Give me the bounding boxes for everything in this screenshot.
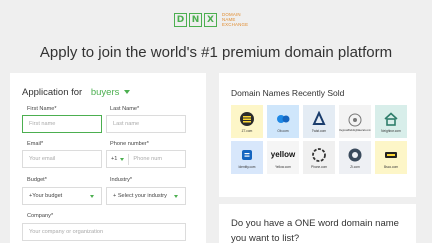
country-code-value: +1	[111, 156, 118, 162]
sold-tile-z7[interactable]: Z7.com	[231, 105, 263, 138]
tile-domain-name: Twist.com	[311, 128, 327, 133]
phone-placeholder: Phone num	[133, 156, 163, 162]
budget-value: +Your budget	[29, 193, 63, 199]
identity-logo-icon	[239, 147, 255, 163]
budget-select[interactable]: +Your budget	[22, 187, 102, 205]
sold-tile-zi[interactable]: Zi.com	[339, 141, 371, 174]
phone-field[interactable]: +1 Phone num	[106, 150, 186, 168]
chevron-down-icon	[174, 195, 178, 198]
twist-logo-icon	[311, 110, 327, 127]
first-name-field[interactable]: First name	[22, 115, 102, 133]
yellow-wordmark: yellow	[270, 150, 296, 159]
logo-letters: D N X	[174, 12, 219, 27]
list-domain-question: Do you have a ONE word domain name you w…	[231, 218, 399, 243]
recently-sold-title: Domain Names Recently Sold	[231, 88, 345, 98]
logo-letter-n: N	[189, 12, 202, 27]
chevron-down-icon	[90, 195, 94, 198]
role-value: buyers	[90, 87, 120, 98]
tagline-line: EXCHANGE	[222, 22, 249, 27]
zi-logo-icon	[347, 147, 363, 163]
sold-tile-bsco[interactable]: Bsco.com	[375, 141, 407, 174]
tile-domain-name: Zi.com	[350, 164, 360, 169]
sold-tile-yellow[interactable]: yellow Yellow.com	[267, 141, 299, 174]
last-name-label: Last Name*	[110, 106, 140, 112]
tile-domain-name: RegionalBuildingMaterials.com	[339, 129, 371, 132]
bsco-logo-icon	[383, 147, 399, 163]
country-code-select[interactable]: +1	[111, 156, 125, 162]
ob-logo-icon	[275, 111, 291, 127]
sold-tile-twist[interactable]: Twist.com	[303, 105, 335, 138]
phone-divider	[128, 153, 130, 165]
page-headline: Apply to join the world's #1 premium dom…	[39, 44, 393, 61]
sold-tile-identity[interactable]: Identity.com	[231, 141, 263, 174]
tile-domain-name: Z7.com	[241, 128, 253, 133]
industry-select[interactable]: + Select your industry	[106, 187, 186, 205]
company-field[interactable]: Your company or organization	[22, 223, 186, 241]
tile-domain-name: Identity.com	[238, 164, 256, 169]
chevron-down-icon	[120, 157, 125, 161]
company-placeholder: Your company or organization	[29, 229, 104, 235]
email-label: Email*	[27, 141, 44, 147]
regional-logo-icon	[347, 112, 363, 128]
sold-tile-regional[interactable]: RegionalBuildingMaterials.com	[339, 105, 371, 138]
application-title: Application for buyers	[22, 87, 131, 98]
logo-letter-x: X	[204, 12, 217, 27]
tile-domain-name: Phone.com	[310, 164, 328, 169]
list-domain-card: Do you have a ONE word domain name you w…	[219, 204, 416, 243]
industry-label: Industry*	[110, 177, 133, 183]
yellow-wordmark-icon: yellow	[269, 147, 297, 163]
phone-label: Phone number*	[110, 141, 149, 147]
logo-tagline: DOMAIN NAME EXCHANGE	[222, 12, 248, 27]
z7-logo-icon	[239, 111, 255, 127]
email-field[interactable]: Your email	[22, 150, 102, 168]
first-name-label: First Name*	[27, 106, 57, 112]
role-dropdown[interactable]: buyers	[91, 87, 131, 98]
tile-domain-name: Ob.com	[277, 128, 289, 133]
budget-label: Budget*	[27, 177, 47, 183]
logo-letter-d: D	[174, 12, 187, 27]
sold-tile-ob[interactable]: Ob.com	[267, 105, 299, 138]
application-form-card: Application for buyers First Name* First…	[10, 73, 206, 243]
neighbor-house-icon	[383, 111, 399, 127]
last-name-placeholder: Last name	[113, 121, 140, 127]
email-placeholder: Your email	[29, 156, 56, 162]
industry-value: + Select your industry	[113, 193, 167, 199]
last-name-field[interactable]: Last name	[106, 115, 186, 133]
application-title-text: Application for	[22, 87, 83, 98]
phone-logo-icon	[311, 147, 327, 163]
tile-domain-name: Neighbor.com	[381, 128, 401, 133]
tile-domain-name: Yellow.com	[275, 164, 291, 169]
tile-domain-name: Bsco.com	[384, 164, 398, 169]
dnx-logo[interactable]: D N X DOMAIN NAME EXCHANGE	[174, 12, 248, 27]
recently-sold-card: Domain Names Recently Sold Z7.com Ob.com…	[219, 73, 416, 197]
sold-tile-phone[interactable]: Phone.com	[303, 141, 335, 174]
sold-tile-neighbor[interactable]: Neighbor.com	[375, 105, 407, 138]
first-name-placeholder: First name	[29, 121, 56, 127]
chevron-down-icon	[124, 90, 131, 95]
company-label: Company*	[27, 213, 54, 219]
